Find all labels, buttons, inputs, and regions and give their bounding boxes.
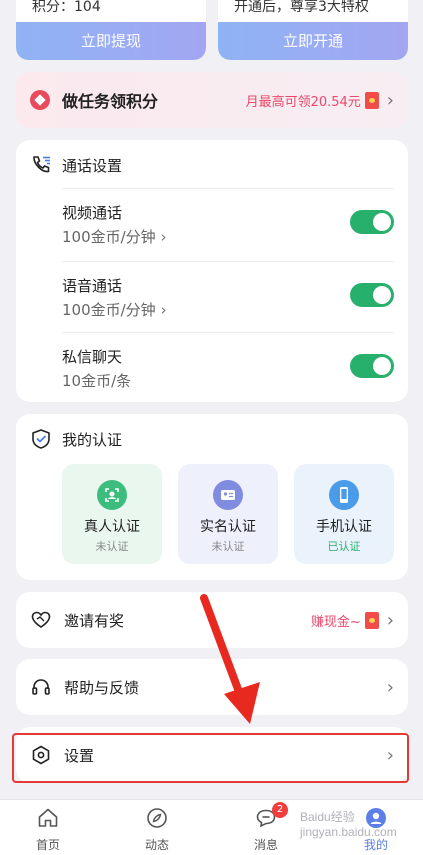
face-scan-icon [97,480,127,510]
toggle-knob [373,286,391,304]
task-title: 做任务领积分 [62,92,159,111]
chevron-right-icon: › [160,301,167,319]
red-packet-icon [364,611,379,629]
home-icon [38,808,58,827]
real-name-cert-label: 实名认证 [200,519,256,535]
nav-home[interactable]: 首页 [18,806,78,853]
settings-title: 设置 [64,746,95,765]
voice-call-price[interactable]: 100金币/分钟 › [62,299,166,320]
divider [62,261,394,262]
nav-messages-label: 消息 [253,838,278,852]
annotation-arrow [200,594,260,724]
video-call-price-text: 100金币/分钟 [62,228,156,246]
private-chat-row[interactable]: 私信聊天 10金币/条 [62,332,394,402]
chevron-right-icon: › [386,609,394,631]
watermark: Baidu经验 jingyan.baidu.com [300,810,397,839]
settings-row[interactable]: 设置 › [16,727,408,783]
call-settings-card: 通话设置 视频通话 100金币/分钟 › 语音通话 100金币/分钟 › 私信聊… [16,140,408,402]
nav-moments[interactable]: 动态 [127,806,187,853]
heart-handshake-icon [31,611,51,628]
vip-privilege-text: 开通后，尊享3大特权 [234,0,369,15]
divider [62,188,394,189]
invite-hint: 赚现金~ [310,614,361,630]
certification-card: 我的认证 真人认证 未认证 实名认证 未认证 手机认证 已认证 [16,414,408,580]
video-call-row[interactable]: 视频通话 100金币/分钟 › [62,188,394,258]
nav-messages[interactable]: 2 消息 [236,802,296,853]
toggle-knob [373,357,391,375]
id-card-icon [213,480,243,510]
nav-home-label: 首页 [35,838,60,852]
chevron-right-icon: › [160,228,167,246]
video-call-price[interactable]: 100金币/分钟 › [62,226,166,247]
real-person-cert-tile[interactable]: 真人认证 未认证 [62,464,162,564]
task-hint: 月最高可领20.54元 [245,94,361,110]
certification-title: 我的认证 [62,430,123,449]
phone-cert-label: 手机认证 [316,519,372,535]
withdraw-card: 积分：104 立即提现 [16,0,206,60]
phone-cert-tile[interactable]: 手机认证 已认证 [294,464,394,564]
private-chat-toggle[interactable] [350,354,394,378]
video-call-toggle[interactable] [350,210,394,234]
task-diamond-icon [30,90,50,110]
phone-settings-icon [33,156,50,173]
headset-icon [32,679,50,695]
real-person-cert-status: 未认证 [95,540,129,553]
invite-title: 邀请有奖 [64,611,125,630]
call-settings-title: 通话设置 [62,156,123,175]
chevron-right-icon: › [386,744,394,766]
shield-check-icon [32,429,50,449]
points-text: 积分：104 [32,0,101,15]
voice-call-price-text: 100金币/分钟 [62,301,156,319]
voice-call-row[interactable]: 语音通话 100金币/分钟 › [62,261,394,331]
divider [62,332,394,333]
video-call-label: 视频通话 [62,204,123,222]
phone-cert-status: 已认证 [327,540,361,553]
compass-icon [147,808,167,828]
help-title: 帮助与反馈 [64,678,140,697]
voice-call-toggle[interactable] [350,283,394,307]
real-name-cert-status: 未认证 [211,540,245,553]
real-person-cert-label: 真人认证 [84,519,140,535]
vip-card: 开通后，尊享3大特权 立即开通 [218,0,408,60]
settings-hexagon-icon [32,745,50,765]
private-chat-price: 10金币/条 [62,372,132,390]
chevron-right-icon: › [386,89,394,111]
task-points-card[interactable]: 做任务领积分 月最高可领20.54元 › [16,72,408,128]
red-packet-icon [364,91,379,109]
withdraw-button[interactable]: 立即提现 [16,22,206,60]
private-chat-label: 私信聊天 [62,348,123,366]
toggle-knob [373,213,391,231]
vip-open-button[interactable]: 立即开通 [218,22,408,60]
mobile-phone-icon [329,480,359,510]
voice-call-label: 语音通话 [62,277,123,295]
nav-moments-label: 动态 [144,838,169,852]
chevron-right-icon: › [386,676,394,698]
messages-badge: 2 [272,802,288,818]
real-name-cert-tile[interactable]: 实名认证 未认证 [178,464,278,564]
